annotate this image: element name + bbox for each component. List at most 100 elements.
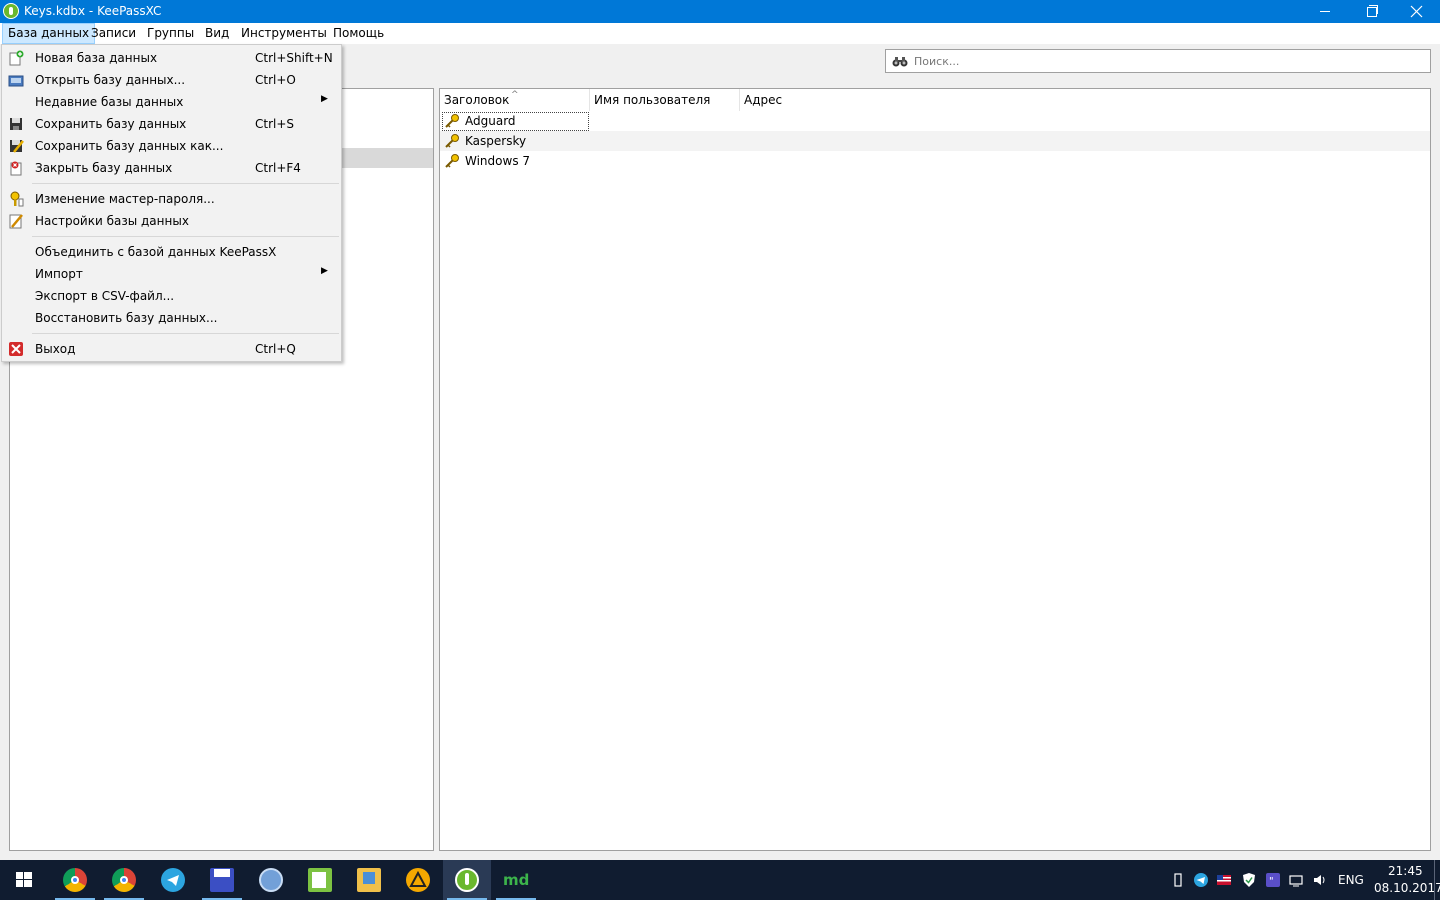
menu-item-import[interactable]: Импорт ▶ <box>2 263 341 285</box>
taskbar-aimp[interactable] <box>394 860 442 900</box>
windows-logo-icon <box>16 872 32 887</box>
menu-item-save-as[interactable]: Сохранить базу данных как... <box>2 135 341 157</box>
close-database-icon <box>10 161 22 176</box>
menu-item-repair-database[interactable]: Восстановить базу данных... <box>2 307 341 329</box>
menu-separator <box>32 333 339 334</box>
volume-icon[interactable] <box>1312 872 1328 888</box>
menu-item-new-database[interactable]: Новая база данных Ctrl+Shift+N <box>2 47 341 69</box>
adguard-shield-icon[interactable] <box>1241 872 1257 888</box>
disk-label <box>214 869 230 877</box>
save-as-icon <box>10 140 24 153</box>
menu-item-label: Настройки базы данных <box>35 214 189 228</box>
column-header-title[interactable]: Заголовок ^ <box>440 89 590 111</box>
menu-item-database-settings[interactable]: Настройки базы данных <box>2 210 341 232</box>
key-icon <box>445 114 459 128</box>
search-input[interactable] <box>914 53 1414 69</box>
taskbar-markdown[interactable]: md <box>492 860 540 900</box>
keyhole <box>465 873 469 885</box>
menu-item-label: Недавние базы данных <box>35 95 184 109</box>
title-bar: Keys.kdbx - KeePassXC <box>0 0 1440 23</box>
minimize-button[interactable] <box>1302 0 1348 23</box>
new-database-icon <box>9 50 24 66</box>
menu-separator <box>32 183 339 184</box>
menu-item-open-database[interactable]: Открыть базу данных... Ctrl+O <box>2 69 341 91</box>
menu-item-label: Импорт <box>35 267 83 281</box>
menu-view[interactable]: Вид <box>199 23 235 44</box>
key-icon <box>445 154 459 168</box>
key-icon <box>445 134 459 148</box>
menu-item-save-database[interactable]: Сохранить базу данных Ctrl+S <box>2 113 341 135</box>
menu-item-label: Изменение мастер-пароля... <box>35 192 215 206</box>
clock-date[interactable]: 08.10.2017 <box>1374 881 1440 895</box>
taskbar-qbittorrent[interactable] <box>247 860 295 900</box>
menu-item-merge-keepassx[interactable]: Объединить с базой данных KeePassX <box>2 241 341 263</box>
quotes-app-icon[interactable]: " <box>1265 872 1281 888</box>
usb-drive-icon[interactable] <box>1170 872 1186 888</box>
clock-time[interactable]: 21:45 <box>1388 864 1423 878</box>
restore-button[interactable] <box>1348 0 1394 23</box>
menu-groups[interactable]: Группы <box>141 23 200 44</box>
entry-title: Kaspersky <box>465 134 527 148</box>
menu-tools[interactable]: Инструменты <box>235 23 333 44</box>
entry-list-panel[interactable]: Заголовок ^ Имя пользователя Адрес Adgua… <box>439 88 1431 851</box>
us-flag-icon[interactable] <box>1216 872 1232 888</box>
menu-item-label: Сохранить базу данных как... <box>35 139 224 153</box>
taskbar-chrome[interactable] <box>51 860 99 900</box>
menu-item-export-csv[interactable]: Экспорт в CSV-файл... <box>2 285 341 307</box>
taskbar-notepad[interactable] <box>296 860 344 900</box>
menu-item-label: Выход <box>35 342 76 356</box>
column-title-label: Заголовок <box>444 93 510 107</box>
close-button[interactable] <box>1394 0 1440 23</box>
menu-item-label: Восстановить базу данных... <box>35 311 218 325</box>
window-title: Keys.kdbx - KeePassXC <box>24 4 162 18</box>
menu-item-recent-databases[interactable]: Недавние базы данных ▶ <box>2 91 341 113</box>
menu-item-close-database[interactable]: Закрыть базу данных Ctrl+F4 <box>2 157 341 179</box>
taskbar-chrome-profile[interactable] <box>100 860 148 900</box>
close-icon <box>1410 5 1423 18</box>
table-row[interactable]: Kaspersky <box>440 131 1430 151</box>
telegram-plane-icon <box>167 875 179 886</box>
binoculars-icon[interactable] <box>892 56 908 67</box>
menu-item-change-master-key[interactable]: Изменение мастер-пароля... <box>2 188 341 210</box>
shortcut-label: Ctrl+Shift+N <box>255 51 333 65</box>
menu-bar: База данных Записи Группы Вид Инструмент… <box>0 23 1440 44</box>
menu-entries[interactable]: Записи <box>85 23 142 44</box>
keepassxc-logo-icon <box>3 3 19 19</box>
table-row[interactable]: Adguard <box>440 111 1430 131</box>
shortcut-label: Ctrl+Q <box>255 342 296 356</box>
exit-icon <box>9 342 23 356</box>
language-indicator[interactable]: ENG <box>1338 873 1364 887</box>
network-icon[interactable] <box>1288 872 1304 888</box>
taskbar-save-app[interactable] <box>198 860 246 900</box>
menu-database[interactable]: База данных <box>2 23 96 44</box>
taskbar: md " ENG 21:45 08.10.2017 <box>0 860 1440 900</box>
folder-badge <box>363 872 375 884</box>
column-header-url[interactable]: Адрес <box>740 89 1430 111</box>
telegram-tray-icon[interactable] <box>1193 872 1209 888</box>
start-button[interactable] <box>0 860 48 900</box>
notepad-page <box>312 872 326 888</box>
sort-ascending-icon: ^ <box>511 90 519 100</box>
column-header-username[interactable]: Имя пользователя <box>590 89 740 111</box>
svg-text:": " <box>1269 876 1274 887</box>
database-settings-icon <box>9 214 23 229</box>
show-desktop-button[interactable] <box>1434 860 1435 900</box>
taskbar-explorer[interactable] <box>345 860 393 900</box>
aimp-triangle-icon <box>409 870 427 887</box>
menu-help[interactable]: Помощь <box>327 23 390 44</box>
menu-item-exit[interactable]: Выход Ctrl+Q <box>2 338 341 360</box>
entry-table-header: Заголовок ^ Имя пользователя Адрес <box>440 89 1430 111</box>
menu-item-label: Открыть базу данных... <box>35 73 186 87</box>
entry-title: Adguard <box>465 114 516 128</box>
search-box[interactable] <box>885 49 1431 73</box>
submenu-arrow-icon: ▶ <box>321 266 328 276</box>
chrome-center <box>120 876 128 884</box>
taskbar-telegram[interactable] <box>149 860 197 900</box>
shortcut-label: Ctrl+S <box>255 117 295 131</box>
entry-title: Windows 7 <box>465 154 531 168</box>
shortcut-label: Ctrl+O <box>255 73 296 87</box>
menu-item-label: Объединить с базой данных KeePassX <box>35 245 277 259</box>
table-row[interactable]: Windows 7 <box>440 151 1430 171</box>
taskbar-keepassxc[interactable] <box>443 860 491 900</box>
chrome-center <box>71 876 79 884</box>
